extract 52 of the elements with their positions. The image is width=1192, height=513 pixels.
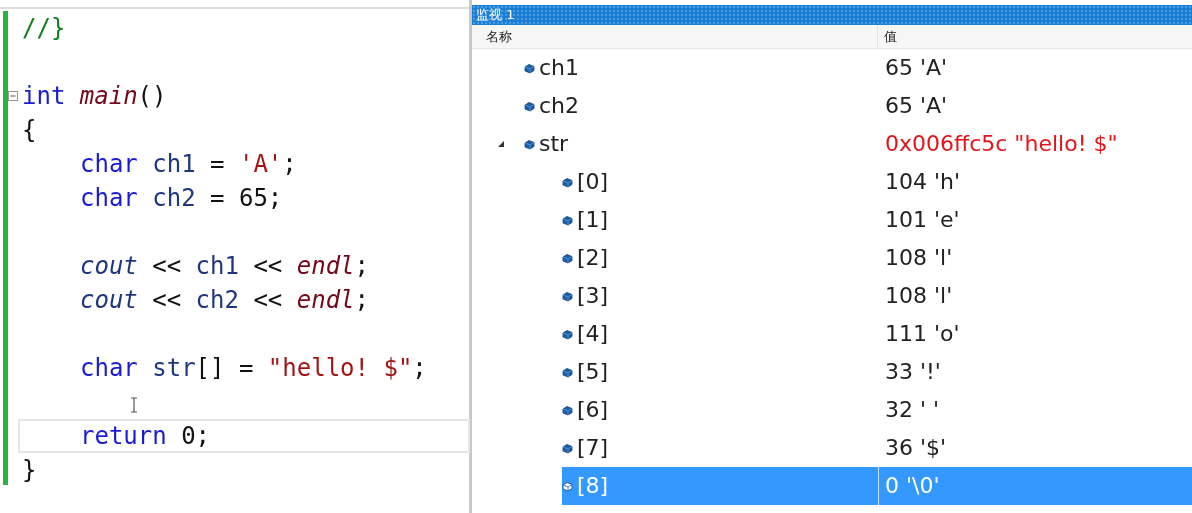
code-line: char ch1 = 'A'; bbox=[80, 149, 297, 180]
variable-value: 108 'l' bbox=[885, 283, 953, 308]
variable-name: str bbox=[539, 130, 569, 158]
variable-name: ch1 bbox=[539, 54, 580, 82]
variable-icon bbox=[524, 138, 535, 150]
variable-icon bbox=[562, 252, 573, 264]
variable-value: 111 'o' bbox=[885, 321, 960, 346]
variable-icon bbox=[562, 328, 573, 340]
variable-value: 104 'h' bbox=[885, 169, 961, 194]
variable-value: 65 'A' bbox=[885, 55, 948, 80]
code-line: cout << ch1 << endl; bbox=[80, 251, 369, 282]
variable-name: [8] bbox=[577, 472, 609, 500]
code-line: int main() bbox=[22, 81, 167, 112]
variable-name: [4] bbox=[577, 320, 609, 348]
code-line: } bbox=[22, 455, 37, 486]
column-header[interactable]: 名称 bbox=[486, 29, 512, 44]
variable-value: 33 '!' bbox=[885, 359, 941, 384]
panel-title: 监视 1 bbox=[472, 5, 1192, 25]
expand-arrow-icon[interactable] bbox=[496, 139, 506, 149]
variable-value: 101 'e' bbox=[885, 207, 960, 232]
variable-name: [0] bbox=[577, 168, 609, 196]
variable-icon bbox=[562, 404, 573, 416]
code-line: { bbox=[22, 115, 37, 146]
variable-icon bbox=[524, 100, 535, 112]
variable-name: [2] bbox=[577, 244, 609, 272]
variable-value: 0 '\0' bbox=[885, 473, 940, 498]
variable-icon bbox=[562, 442, 573, 454]
variable-name: [7] bbox=[577, 434, 609, 462]
variable-value: 65 'A' bbox=[885, 93, 948, 118]
code-line: //} bbox=[22, 13, 66, 44]
variable-value: 32 ' ' bbox=[885, 397, 940, 422]
variable-icon bbox=[562, 176, 573, 188]
variable-icon bbox=[562, 290, 573, 302]
text-cursor-icon bbox=[130, 397, 138, 413]
variable-name: ch2 bbox=[539, 92, 580, 120]
variable-icon bbox=[562, 214, 573, 226]
collapse-icon[interactable] bbox=[8, 91, 18, 101]
code-line: char str[] = "hello! $"; bbox=[80, 353, 427, 384]
variable-name: [3] bbox=[577, 282, 609, 310]
variable-icon bbox=[562, 480, 573, 492]
variable-name: [6] bbox=[577, 396, 609, 424]
variable-name: [1] bbox=[577, 206, 609, 234]
code-line: cout << ch2 << endl; bbox=[80, 285, 369, 316]
current-code-line: return 0; bbox=[80, 421, 211, 452]
column-header[interactable]: 值 bbox=[884, 29, 897, 44]
variable-value: 0x006ffc5c "hello! $" bbox=[885, 131, 1118, 156]
variable-value: 108 'l' bbox=[885, 245, 953, 270]
variable-value: 36 '$' bbox=[885, 435, 947, 460]
variable-icon bbox=[524, 62, 535, 74]
code-line: char ch2 = 65; bbox=[80, 183, 283, 214]
variable-icon bbox=[562, 366, 573, 378]
variable-name: [5] bbox=[577, 358, 609, 386]
